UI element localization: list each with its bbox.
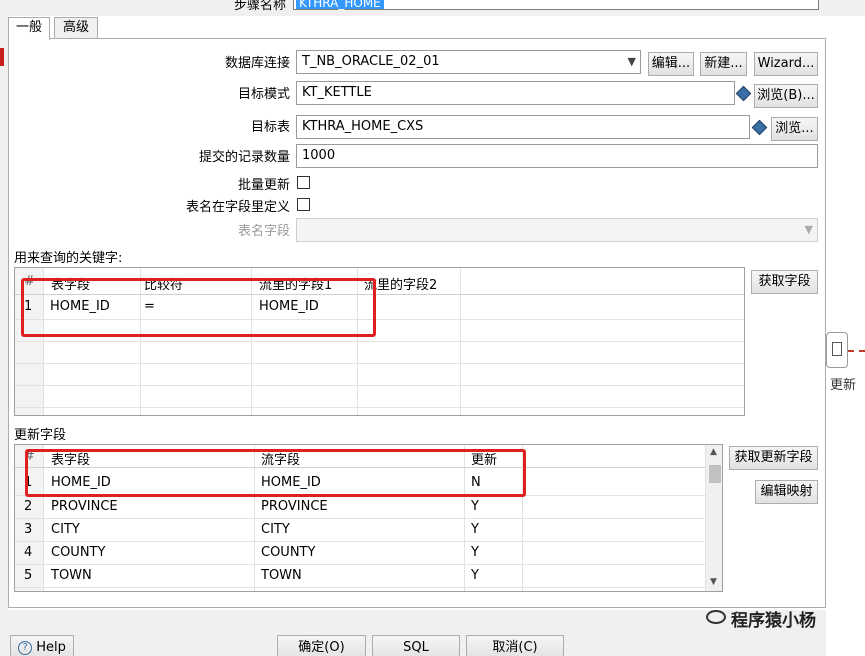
cell-table-field[interactable]: PROVINCE [51,499,118,514]
get-update-fields-button[interactable]: 获取更新字段 [729,446,818,470]
batch-update-checkbox[interactable] [297,176,310,189]
cell-stream-field[interactable]: CITY [261,522,290,537]
update-fields-title: 更新字段 [14,428,67,443]
row-index: 5 [24,568,33,583]
watermark-text: 程序猿小杨 [731,611,816,631]
batch-update-label: 批量更新 [237,178,290,193]
row-index: 4 [24,545,33,560]
browse-schema-button[interactable]: 浏览(B)... [754,84,818,108]
wizard-button[interactable]: Wizard... [754,52,818,76]
lookup-keys-title: 用来查询的关键字: [14,251,123,266]
cell-stream-field[interactable]: TOWN [261,568,302,583]
step-name-value: KTHRA_HOME [296,0,384,9]
highlight-annotation [21,278,376,337]
scroll-down-icon[interactable]: ▼ [710,577,717,587]
cell-table-field[interactable]: TOWN [51,568,92,583]
cell-stream-field[interactable]: PROVINCE [261,499,328,514]
target-schema-input[interactable]: KT_KETTLE [296,81,735,105]
db-connection-select[interactable]: T_NB_ORACLE_02_01 ▼ [296,50,641,74]
left-gutter [0,16,8,656]
cell-table-field[interactable]: CITY [51,522,80,537]
hop-dash-line [848,350,865,352]
table-output-icon [832,342,842,356]
help-icon: ? [18,640,33,655]
browse-table-button[interactable]: 浏览... [771,117,818,141]
sql-button[interactable]: SQL [372,635,460,656]
edit-connection-button[interactable]: 编辑... [648,52,694,76]
db-connection-label: 数据库连接 [224,56,290,71]
target-schema-label: 目标模式 [237,87,290,102]
table-name-field-select: ▼ [296,218,818,242]
table-name-in-field-label: 表名在字段里定义 [185,200,290,215]
cell-update-flag[interactable]: Y [471,545,479,560]
step-node-label: 更新 [830,378,857,393]
step-name-input[interactable]: KTHRA_HOME [293,0,819,10]
tab-advanced[interactable]: 高级 [54,17,98,39]
cell-table-field[interactable]: COUNTY [51,545,105,560]
new-connection-button[interactable]: 新建... [700,52,747,76]
scroll-up-icon[interactable]: ▲ [710,447,717,457]
commit-size-label: 提交的记录数量 [198,150,290,165]
scrollbar-thumb[interactable] [709,465,721,483]
row-index: 2 [24,499,33,514]
highlight-annotation [25,449,526,497]
wechat-icon [706,610,726,624]
step-name-label: 步骤名称 [234,0,287,13]
chevron-down-icon: ▼ [804,223,813,236]
row-index: 3 [24,522,33,537]
commit-size-input[interactable]: 1000 [296,144,818,168]
table-name-in-field-checkbox[interactable] [297,198,310,211]
step-node-icon[interactable] [826,332,848,368]
left-red-marker [0,48,4,66]
chevron-down-icon: ▼ [627,55,636,68]
cancel-button[interactable]: 取消(C) [466,635,564,656]
vertical-scrollbar[interactable]: ▲ ▼ [705,445,722,591]
get-fields-button[interactable]: 获取字段 [751,270,818,294]
help-button[interactable]: ? Help [10,635,74,656]
target-table-input[interactable]: KTHRA_HOME_CXS [296,115,750,139]
db-connection-value: T_NB_ORACLE_02_01 [302,54,440,69]
ok-button[interactable]: 确定(O) [277,635,366,656]
cell-stream-field[interactable]: COUNTY [261,545,315,560]
cell-update-flag[interactable]: Y [471,522,479,537]
table-name-field-label: 表名字段 [237,224,290,239]
cell-update-flag[interactable]: Y [471,499,479,514]
help-button-label: Help [36,640,66,655]
edit-mapping-button[interactable]: 编辑映射 [755,480,818,504]
cell-update-flag[interactable]: Y [471,568,479,583]
target-table-label: 目标表 [250,120,290,135]
tab-general[interactable]: 一般 [8,17,50,40]
